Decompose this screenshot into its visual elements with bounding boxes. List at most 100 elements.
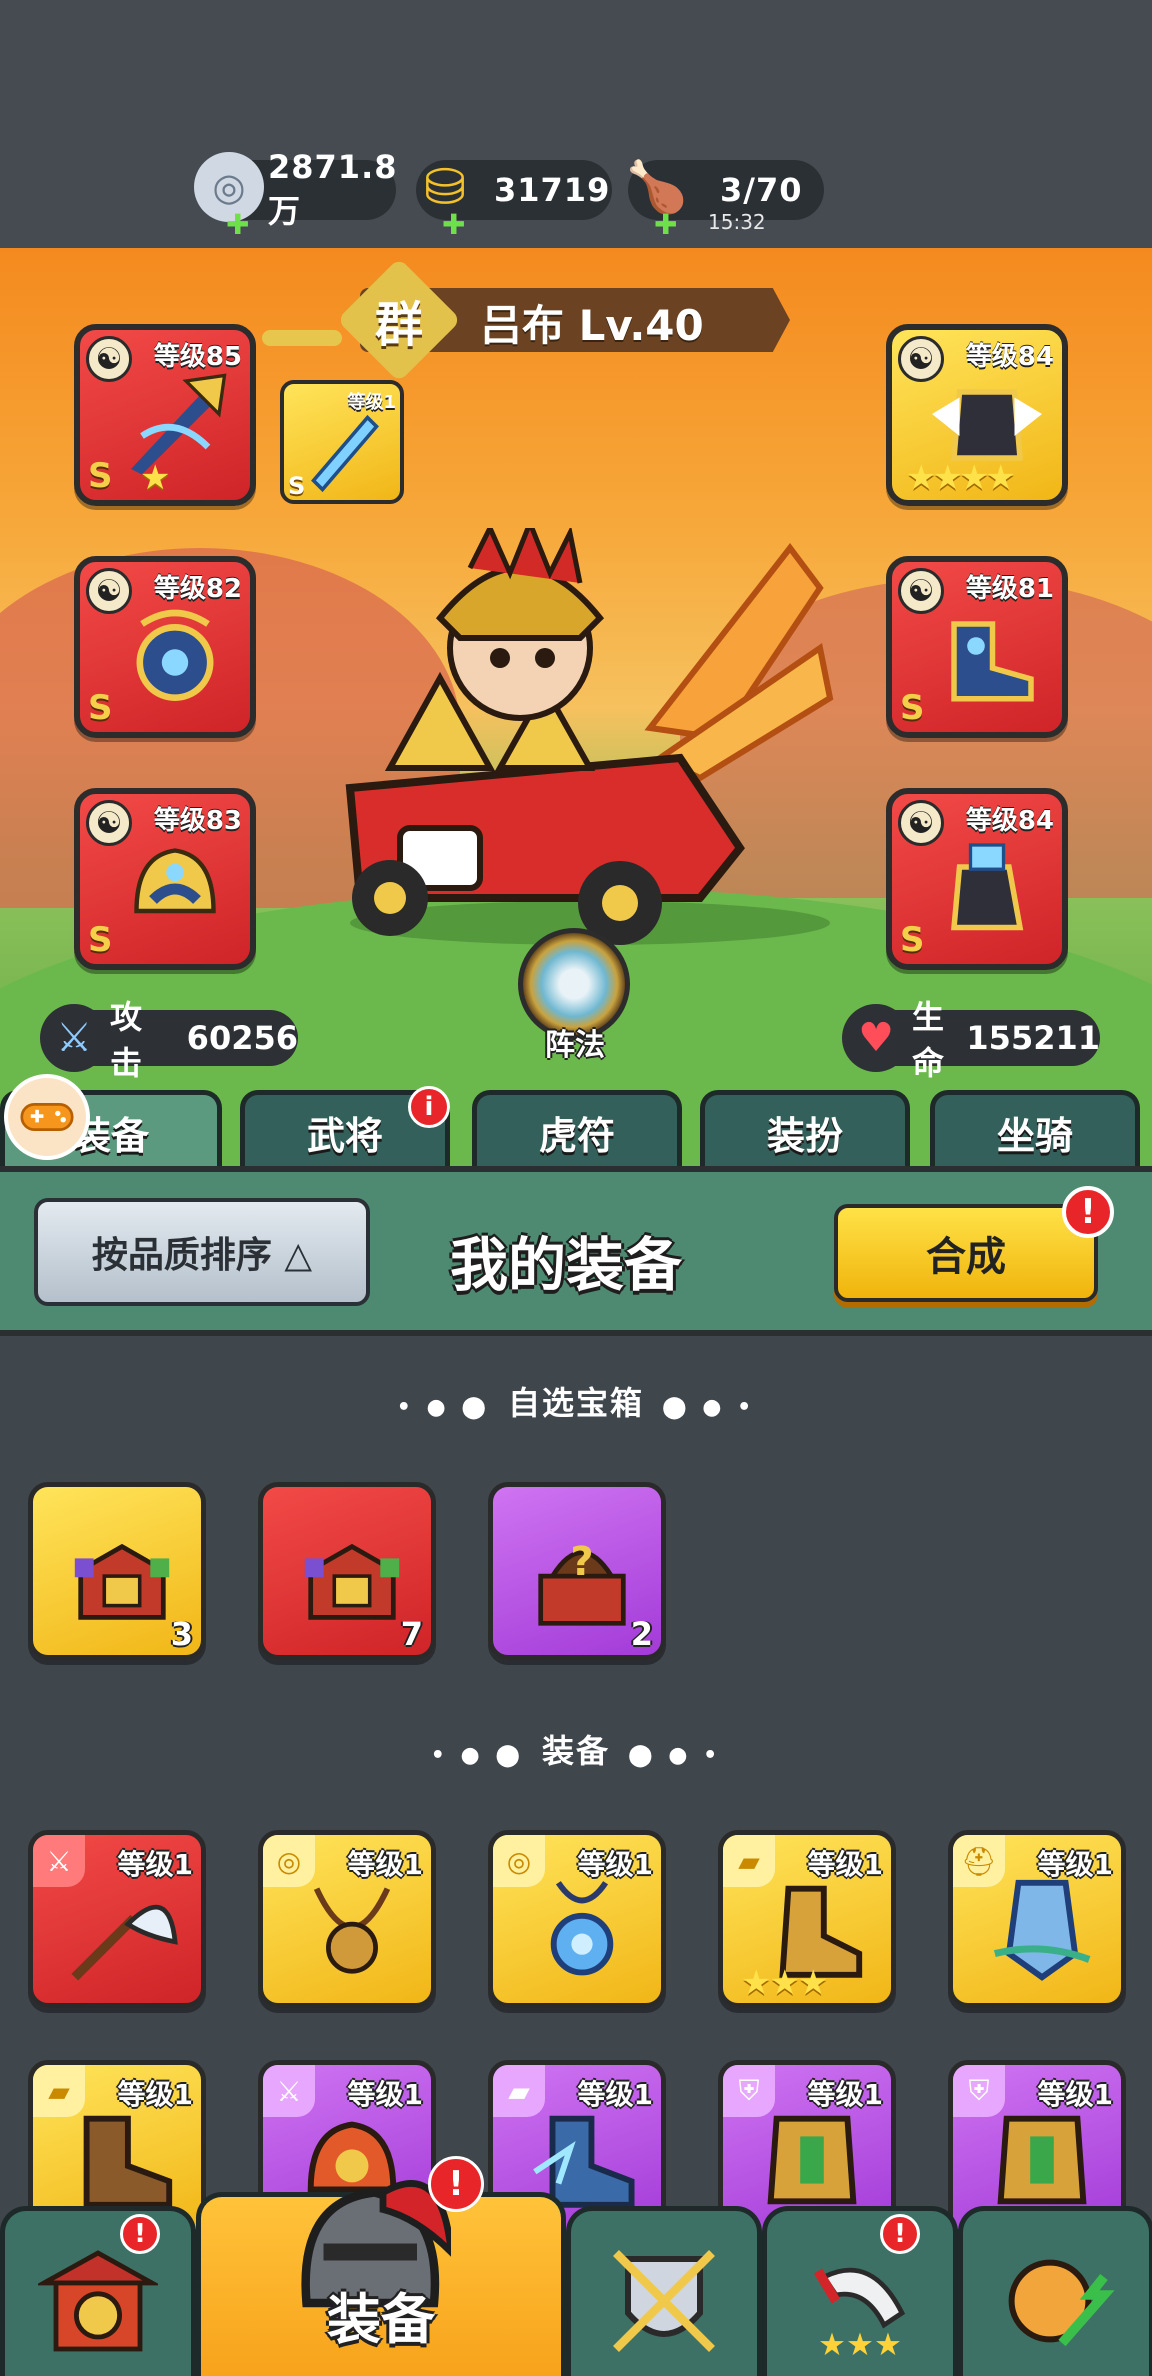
equipment-item[interactable]: ⛑ 等级1 — [948, 1830, 1126, 2008]
tab-label: 虎符 — [538, 1114, 615, 1158]
plus-icon[interactable]: ✚ — [226, 208, 249, 241]
boots-icon — [951, 621, 1034, 702]
grade-s-label: S — [900, 688, 925, 728]
silver-resource[interactable]: ◎ ✚ 2871.8万 — [194, 148, 396, 241]
plus-icon[interactable]: ✚ — [654, 208, 677, 241]
palace-gate-icon — [38, 2250, 158, 2352]
puzzle-chest-icon — [304, 1543, 400, 1620]
hero-lubu-chariot-sprite[interactable] — [320, 528, 840, 948]
ice-blade-icon — [311, 414, 379, 493]
dots-decoration: ⬤ ● • — [628, 1743, 722, 1768]
equipment-item[interactable]: ⚔ 等级1 — [28, 1830, 206, 2008]
silver-value: 2871.8万 — [268, 148, 398, 230]
tab-tiger-tally[interactable]: 虎符 — [472, 1090, 682, 1170]
grade-s-label: S — [288, 472, 306, 500]
star-rating-icon: ★★★★ — [906, 458, 1016, 498]
crystal-armor-icon — [993, 1879, 1091, 1981]
hp-value: 155211 — [966, 1019, 1100, 1057]
equipment-item[interactable]: ▰ 等级1 ★★★ — [718, 1830, 896, 2008]
hp-label: 生命 — [912, 998, 945, 1082]
formation-label: 阵法 — [545, 1028, 605, 1063]
slot-level: 等级82 — [153, 574, 242, 604]
plus-icon[interactable]: ✚ — [442, 208, 465, 241]
gold-resource[interactable]: ⛁ ✚ 31719 — [416, 158, 612, 241]
star-rating-icon: ★ — [140, 458, 171, 498]
glaive-icon — [71, 1904, 178, 1981]
tab-label: 坐骑 — [996, 1114, 1073, 1158]
resource-bar: ◎ ✚ 2871.8万 ⛁ ✚ 31719 🍗 ✚ 3/70 15:32 — [0, 0, 1152, 250]
slot-level: 等级84 — [965, 342, 1054, 372]
equip-slot-small-weapon[interactable]: 等级1 S — [280, 380, 404, 504]
game-screen: ◎ ✚ 2871.8万 ⛁ ✚ 31719 🍗 ✚ 3/70 15:32 群 吕… — [0, 0, 1152, 2376]
horn-stars-icon: ★★★ — [813, 2267, 906, 2361]
chest-section-title: 自选宝箱 — [507, 1384, 644, 1422]
nav-upgrade[interactable] — [958, 2206, 1152, 2376]
faction-label: 群 — [374, 297, 423, 353]
attack-stat: ⚔ 攻击 60256 — [40, 998, 298, 1082]
page-title: 我的装备 — [450, 1231, 683, 1299]
nav-active-label: 装备 — [327, 2288, 435, 2351]
dots-decoration: • ● ⬤ — [396, 1395, 490, 1420]
nav-equipment-active[interactable]: 装备 — [196, 2180, 566, 2376]
attack-value: 60256 — [186, 1019, 298, 1057]
equip-slot-left-bottom[interactable]: ☯ 等级83 S — [74, 788, 256, 970]
merge-button[interactable]: 合成 — [834, 1204, 1098, 1302]
hp-stat: ♥ 生命 155211 — [842, 998, 1100, 1082]
tab-label: 装扮 — [766, 1114, 843, 1158]
lance-weapon-icon — [131, 373, 227, 475]
item-count: 2 — [630, 1615, 653, 1653]
equipment-section-title: 装备 — [541, 1732, 610, 1770]
section-header-equipment: • ● ⬤ 装备 ⬤ ● • — [0, 1726, 1152, 1772]
inventory-area: • ● ⬤ 自选宝箱 ⬤ ● • 3 7 ? 2 • ● ⬤ 装备 ⬤ ● • … — [0, 1336, 1152, 2238]
bottom-navigation: ! 装备 ! ★★★ ! — [0, 2156, 1152, 2376]
merge-label: 合成 — [926, 1234, 1006, 1280]
svg-text:?: ? — [570, 1539, 593, 1585]
section-header-chests: • ● ⬤ 自选宝箱 ⬤ ● • — [0, 1378, 1152, 1424]
jade-pendant-icon — [550, 1881, 614, 1976]
hero-scene: 群 吕布 Lv.40 ☯ 等级85 S ★ ☯ 等级82 S ☯ 等级83 S … — [0, 248, 1152, 1168]
heart-icon: ♥ — [842, 1004, 910, 1072]
gold-value: 31719 — [494, 171, 611, 209]
alert-badge: ! — [120, 2214, 160, 2254]
gamepad-icon — [20, 1103, 74, 1131]
sort-label: 按品质排序 △ — [91, 1235, 313, 1276]
gauntlet-icon — [950, 843, 1024, 931]
sort-by-quality-button[interactable]: 按品质排序 △ — [34, 1198, 370, 1306]
chain-decoration — [262, 330, 342, 346]
fist-upgrade-icon — [1008, 2259, 1115, 2347]
star-rating-icon: ★★★ — [741, 1963, 828, 2003]
dragon-amulet-icon — [136, 609, 214, 701]
slot-level: 等级83 — [153, 806, 242, 836]
equipment-item[interactable]: ◎ 等级1 — [258, 1830, 436, 2008]
grade-s-label: S — [900, 920, 925, 960]
item-count: 7 — [400, 1615, 423, 1653]
equip-slot-right-mid[interactable]: ☯ 等级81 S — [886, 556, 1068, 738]
alert-badge: ! — [1062, 1186, 1114, 1238]
mystery-chest-icon: ? — [538, 1539, 626, 1626]
stamina-value: 3/70 — [720, 171, 803, 209]
tab-costume[interactable]: 装扮 — [700, 1090, 910, 1170]
equip-slot-left-top[interactable]: ☯ 等级85 S ★ — [74, 324, 256, 506]
dots-decoration: ⬤ ● • — [662, 1395, 756, 1420]
sword-icon: ⚔ — [40, 1004, 108, 1072]
svg-text:★★★: ★★★ — [818, 2327, 902, 2361]
chest-item[interactable]: ? 2 — [488, 1482, 666, 1660]
stamina-resource[interactable]: 🍗 ✚ 3/70 15:32 — [626, 158, 824, 241]
equip-slot-right-bottom[interactable]: ☯ 等级84 S — [886, 788, 1068, 970]
slot-level: 等级81 — [965, 574, 1054, 604]
chest-item[interactable]: 3 — [28, 1482, 206, 1660]
helmet-icon — [134, 848, 216, 914]
tab-mount[interactable]: 坐骑 — [930, 1090, 1140, 1170]
equip-slot-left-mid[interactable]: ☯ 等级82 S — [74, 556, 256, 738]
attack-label: 攻击 — [110, 998, 143, 1082]
grade-s-label: S — [88, 688, 113, 728]
nav-palace[interactable] — [0, 2206, 196, 2376]
equipment-item[interactable]: ◎ 等级1 — [488, 1830, 666, 2008]
chest-item[interactable]: 7 — [258, 1482, 436, 1660]
gamepad-shortcut-button[interactable] — [4, 1074, 90, 1160]
equip-slot-right-top[interactable]: ☯ 等级84 ★★★★ — [886, 324, 1068, 506]
hero-name-level: 吕布 Lv.40 — [480, 301, 704, 350]
nav-battle[interactable] — [566, 2206, 762, 2376]
grade-s-label: S — [88, 920, 113, 960]
nav-summon[interactable]: ★★★ — [762, 2206, 958, 2376]
